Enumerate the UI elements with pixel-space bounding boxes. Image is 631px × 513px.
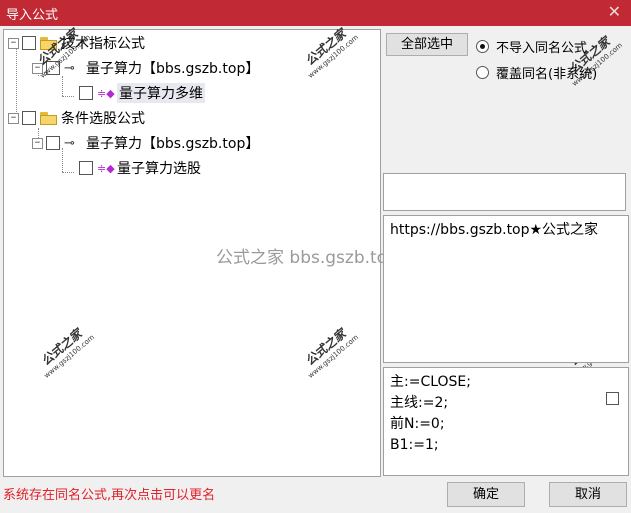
code-line: 前N:=0; (390, 416, 445, 432)
tree-item-quantum-select[interactable]: ≑◆ 量子算力选股 (76, 158, 201, 178)
code-text: 主:=CLOSE; 主线:=2; 前N:=0; B1:=1; (390, 372, 471, 456)
tree-item-quantum-2[interactable]: − ⊸ 量子算力【bbs.gszb.top】 (32, 133, 259, 153)
formula-icon: ≑◆ (97, 161, 115, 175)
tree-line (62, 76, 63, 96)
code-line: 主线:=2; (390, 395, 449, 411)
radio-overwrite-label: 覆盖同名(非系统) (496, 67, 598, 82)
cancel-button[interactable]: 取消 (549, 482, 627, 507)
tree-checkbox[interactable] (79, 161, 93, 175)
formula-icon: ≑◆ (97, 86, 115, 100)
description-box[interactable]: https://bbs.gszb.top★公式之家 (383, 215, 629, 363)
ok-button[interactable]: 确定 (447, 482, 525, 507)
center-watermark: 公式之家 bbs.gszb.top (216, 248, 398, 268)
radio-button[interactable] (476, 66, 489, 79)
code-box[interactable]: 主:=CLOSE; 主线:=2; 前N:=0; B1:=1; (383, 367, 629, 476)
tree-checkbox[interactable] (46, 136, 60, 150)
close-icon[interactable]: ✕ (608, 2, 621, 21)
radio-skip-duplicates[interactable]: 不导入同名公式 (476, 37, 587, 56)
tree-item-stock-picking[interactable]: − 条件选股公式 (8, 108, 145, 128)
name-field[interactable] (383, 173, 626, 211)
tree-item-label: 量子算力【bbs.gszb.top】 (86, 136, 260, 152)
description-text: https://bbs.gszb.top★公式之家 (390, 222, 599, 238)
radio-overwrite[interactable]: 覆盖同名(非系统) (476, 63, 597, 82)
key-icon: ⊸ (64, 135, 75, 151)
tree-checkbox[interactable] (22, 111, 36, 125)
tree-line (62, 172, 74, 173)
code-line: B1:=1; (390, 437, 439, 453)
title-bar: 导入公式 ✕ (0, 0, 631, 26)
collapse-toggle[interactable]: − (32, 137, 43, 149)
tree-item-label: 量子算力【bbs.gszb.top】 (86, 61, 260, 77)
radio-skip-label: 不导入同名公式 (496, 41, 588, 56)
collapse-toggle[interactable]: − (8, 112, 19, 124)
status-message: 系统存在同名公式,再次点击可以更名 (3, 488, 216, 503)
collapse-toggle[interactable]: − (8, 37, 19, 49)
folder-icon (40, 111, 57, 125)
tree-item-label: 量子算力多维 (117, 83, 205, 103)
window-title: 导入公式 (6, 8, 59, 23)
select-all-button[interactable]: 全部选中 (386, 33, 468, 56)
tree-checkbox[interactable] (79, 86, 93, 100)
tree-checkbox[interactable] (22, 36, 36, 50)
code-line: 主:=CLOSE; (390, 374, 471, 390)
tree-line (62, 96, 74, 97)
tree-item-label: 条件选股公式 (61, 111, 145, 127)
code-checkbox[interactable] (606, 392, 619, 405)
radio-button[interactable] (476, 40, 489, 53)
tree-item-label: 量子算力选股 (117, 161, 201, 177)
tree-item-quantum-multi[interactable]: ≑◆ 量子算力多维 (76, 83, 205, 103)
